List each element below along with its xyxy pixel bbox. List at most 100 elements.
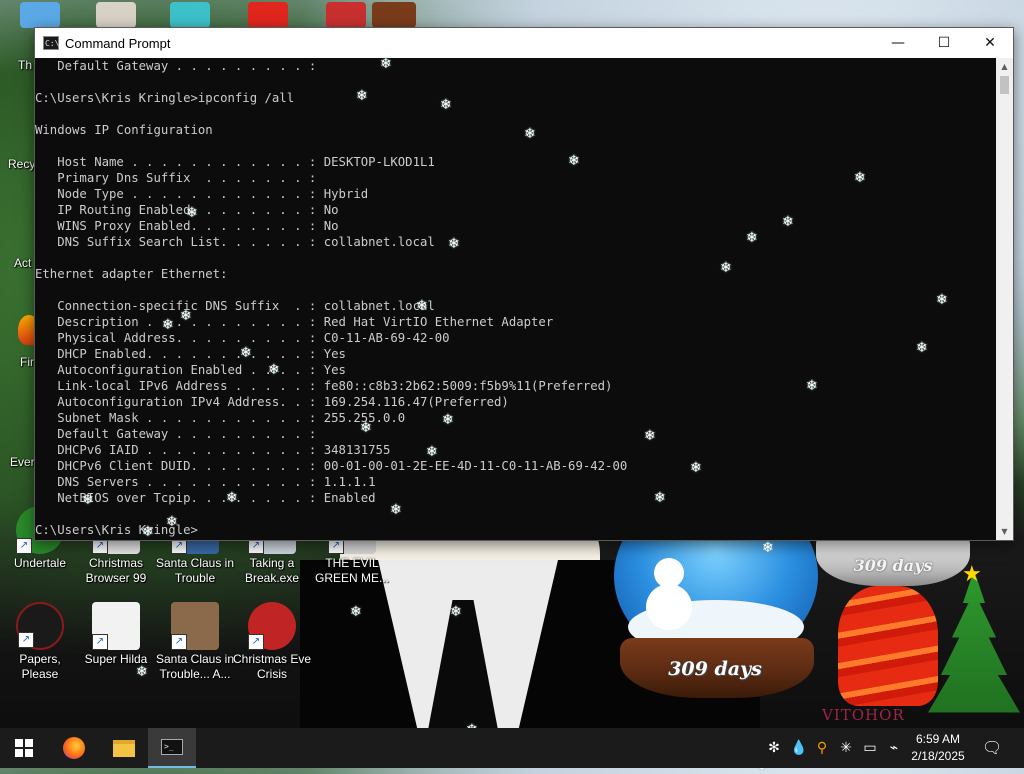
command-prompt-window[interactable]: C:\ Command Prompt — ☐ ✕ Default Gateway… (34, 27, 1014, 541)
close-button[interactable]: ✕ (967, 28, 1013, 58)
snowflake-icon: ❄ (450, 604, 462, 620)
christmas-tree-decoration (928, 570, 1020, 713)
scroll-thumb[interactable] (1000, 76, 1009, 94)
desktop-icon-label: Santa Claus in Trouble... A... (155, 652, 235, 681)
taskbar: >_ ✻ 💧 ⚲ ✳ ▭ ⌁ 6:59 AM 2/18/2025 🗨 (0, 728, 1024, 768)
snowflake-icon: ❄ (448, 236, 460, 252)
snowflake-icon: ❄ (806, 378, 818, 394)
snowflake-icon: ❄ (440, 97, 452, 113)
notification-icon[interactable]: 🗨 (982, 740, 1002, 756)
star-icon: ★ (962, 562, 982, 587)
shortcut-arrow-icon: ↗ (16, 538, 32, 554)
snowflake-icon: ❄ (186, 205, 198, 221)
taskbar-command-prompt[interactable]: >_ (148, 728, 196, 768)
desktop-icon-phone[interactable] (20, 2, 60, 28)
snowflake-icon: ❄ (442, 412, 454, 428)
snowflake-icon: ❄ (916, 340, 928, 356)
snowflake-icon: ❄ (690, 460, 702, 476)
vertical-scrollbar[interactable]: ▲ ▼ (996, 58, 1013, 540)
snowflake-icon: ❄ (568, 153, 580, 169)
desktop-icon-santa-claus-trouble-2[interactable]: ↗ Santa Claus in Trouble... A... (155, 602, 235, 682)
shortcut-arrow-icon: ↗ (248, 634, 264, 650)
santa-claus-2-icon: ↗ (171, 602, 219, 650)
folder-icon (113, 739, 135, 757)
spiral-tree-decoration (838, 586, 938, 706)
snowflake-icon[interactable]: ✳ (838, 740, 854, 756)
start-button[interactable] (0, 728, 48, 768)
minimize-button[interactable]: — (875, 28, 921, 58)
scroll-up-icon[interactable]: ▲ (996, 58, 1013, 75)
snowflake-icon: ❄ (142, 524, 154, 540)
desktop-icon-mcdonalds[interactable] (248, 2, 288, 28)
desktop-icon-label: THE EVIL GREEN ME... (314, 556, 389, 585)
snowflake-icon: ❄ (854, 170, 866, 186)
command-prompt-app-icon: C:\ (43, 36, 59, 50)
desktop-icon-super-hilda[interactable]: ↗ Super Hilda (76, 602, 156, 667)
desktop-edge-label-2[interactable]: Recy (8, 157, 35, 171)
snowflake-icon: ❄ (720, 260, 732, 276)
console-text: Default Gateway . . . . . . . . . : C:\U… (35, 59, 628, 537)
snowflake-icon: ❄ (380, 56, 392, 72)
window-title: Command Prompt (65, 35, 171, 51)
papers-please-icon: ↗ (16, 602, 64, 650)
snowflake-icon: ❄ (240, 345, 252, 361)
desktop-icon-label: Taking a Break.exe (244, 556, 300, 585)
people-icon[interactable]: ✻ (766, 740, 782, 756)
scroll-down-icon[interactable]: ▼ (996, 523, 1013, 540)
christmas-eve-crisis-icon: ↗ (248, 602, 296, 650)
desktop-icon-label: Undertale (13, 556, 67, 570)
snowflake-icon: ❄ (416, 298, 428, 314)
desktop-icon-top-2[interactable] (96, 2, 136, 28)
snowflake-icon: ❄ (644, 428, 656, 444)
snowflake-icon: ❄ (180, 308, 192, 324)
shortcut-arrow-icon: ↗ (18, 632, 34, 648)
windows-icon (15, 739, 33, 757)
desktop-icon-christmas-eve-crisis[interactable]: ↗ Christmas Eve Crisis (232, 602, 312, 682)
network-icon[interactable]: ▭ (862, 740, 878, 756)
snowflake-icon: ❄ (524, 126, 536, 142)
magnifier-icon[interactable]: ⚲ (814, 740, 830, 756)
snowflake-icon: ❄ (268, 362, 280, 378)
window-titlebar[interactable]: C:\ Command Prompt — ☐ ✕ (35, 28, 1013, 58)
clock-time: 6:59 AM (915, 732, 961, 746)
desktop-edge-label-5[interactable]: Ever (10, 455, 35, 469)
desktop-icon-label: Christmas Browser 99 (85, 556, 147, 585)
maximize-button[interactable]: ☐ (921, 28, 967, 58)
snowflake-icon: ❄ (166, 514, 178, 530)
system-clock[interactable]: 6:59 AM 2/18/2025 (900, 731, 976, 765)
snowflake-icon: ❄ (360, 420, 372, 436)
desktop-icon-top-3[interactable] (170, 2, 210, 28)
desktop-icon-label: Santa Claus in Trouble (155, 556, 235, 585)
snowflake-icon: ❄ (746, 230, 758, 246)
firefox-icon (63, 737, 85, 759)
taskbar-file-explorer[interactable] (100, 728, 148, 768)
desktop-icon-reindeer[interactable] (372, 2, 416, 28)
shortcut-arrow-icon: ↗ (92, 634, 108, 650)
snowflake-icon: ❄ (762, 540, 774, 556)
desktop-icon-santa[interactable] (326, 2, 366, 28)
desktop-icon-papers-please[interactable]: ↗ Papers, Please (0, 602, 80, 682)
desktop-icon-label: Papers, Please (19, 652, 61, 681)
clock-date: 2/18/2025 (911, 749, 965, 763)
snowman-body-icon (646, 584, 692, 630)
wallpaper-watermark: VITOHOR (822, 706, 905, 724)
snowflake-icon: ❄ (426, 444, 438, 460)
drop-icon[interactable]: 💧 (790, 740, 807, 756)
snowflake-icon: ❄ (162, 317, 174, 333)
snowflake-icon: ❄ (82, 492, 94, 508)
desktop-edge-label-4[interactable]: Fir (20, 355, 34, 369)
window-controls: — ☐ ✕ (875, 28, 1013, 58)
terminal-icon: >_ (161, 739, 183, 755)
snowflake-icon: ❄ (782, 214, 794, 230)
desktop-edge-label-1[interactable]: Th (18, 58, 32, 72)
taskbar-firefox[interactable] (50, 728, 98, 768)
snowflake-icon: ❄ (350, 604, 362, 620)
snowflake-icon: ❄ (390, 502, 402, 518)
days-counter-left: 309 days (668, 658, 762, 680)
snowflake-icon: ❄ (136, 664, 148, 680)
days-counter-right: 309 days (853, 556, 933, 575)
desktop-edge-label-3[interactable]: Act (14, 256, 31, 270)
snowflake-icon: ❄ (356, 88, 368, 104)
snowflake-icon: ❄ (936, 292, 948, 308)
console-output[interactable]: Default Gateway . . . . . . . . . : C:\U… (35, 58, 996, 540)
